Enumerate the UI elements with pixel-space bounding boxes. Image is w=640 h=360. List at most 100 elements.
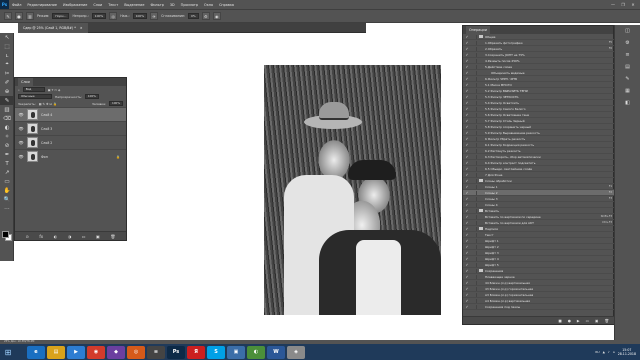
blend-mode-select[interactable]: Обычные [18, 94, 52, 99]
dialog-toggle[interactable] [471, 178, 477, 183]
eye-icon[interactable]: 👁 [18, 126, 24, 131]
type-tool-icon[interactable]: T [0, 159, 14, 168]
check-icon[interactable]: ✓ [463, 71, 471, 75]
dialog-toggle[interactable] [471, 286, 477, 291]
dialog-toggle[interactable] [471, 154, 477, 159]
check-icon[interactable]: ✓ [463, 293, 471, 297]
dialog-toggle[interactable] [471, 292, 477, 297]
pen-tool-icon[interactable]: ✒ [0, 150, 14, 159]
smoothing-settings-icon[interactable]: ⚙ [201, 12, 210, 20]
taskbar-app-icon[interactable]: S [207, 345, 225, 359]
check-icon[interactable]: ✓ [463, 275, 471, 279]
dialog-toggle[interactable] [471, 238, 477, 243]
dialog-toggle[interactable] [471, 40, 477, 45]
check-icon[interactable]: ✓ [463, 143, 471, 147]
dialog-toggle[interactable] [471, 280, 477, 285]
dialog-toggle[interactable] [471, 190, 477, 195]
check-icon[interactable]: ✓ [463, 221, 471, 225]
airbrush-icon[interactable]: ✈ [150, 12, 159, 20]
check-icon[interactable]: ✓ [463, 155, 471, 159]
check-icon[interactable]: ✓ [463, 281, 471, 285]
smoothing-input[interactable]: 0% [188, 13, 199, 19]
dialog-toggle[interactable] [471, 94, 477, 99]
check-icon[interactable]: ✓ [463, 119, 471, 123]
taskbar-app-icon[interactable]: Я [187, 345, 205, 359]
layers-tab[interactable]: Слои [18, 78, 33, 86]
check-icon[interactable]: ✓ [463, 59, 471, 63]
gradient-tool-icon[interactable]: ◐ [0, 123, 14, 132]
menu-edit[interactable]: Редактирование [24, 3, 60, 7]
hand-tool-icon[interactable]: ✋ [0, 186, 14, 195]
volume-icon[interactable]: ♪ [608, 350, 610, 354]
check-icon[interactable]: ✓ [463, 131, 471, 135]
check-icon[interactable]: ✓ [463, 269, 471, 273]
document-tab[interactable]: Сдер @ 25% (Слой 1, RGB/8#) * × [18, 23, 88, 33]
eye-icon[interactable]: 👁 [18, 112, 24, 117]
check-icon[interactable]: ✓ [463, 47, 471, 51]
menu-image[interactable]: Изображение [60, 3, 90, 7]
swatches-panel-icon[interactable]: ▦ [615, 85, 640, 97]
menu-layers[interactable]: Слои [90, 3, 105, 7]
menu-text[interactable]: Текст [105, 3, 121, 7]
new-layer-icon[interactable]: ▣ [96, 234, 100, 239]
check-icon[interactable]: ✓ [463, 35, 471, 39]
adjustment-layer-icon[interactable]: ◑ [68, 234, 72, 239]
dialog-toggle[interactable] [471, 232, 477, 237]
taskbar-app-icon[interactable]: ▶ [67, 345, 85, 359]
layer-kind-select[interactable]: Вид [22, 87, 45, 92]
restore-icon[interactable]: ❐ [618, 2, 628, 7]
check-icon[interactable]: ✓ [463, 257, 471, 261]
check-icon[interactable]: ✓ [463, 251, 471, 255]
dialog-toggle[interactable] [471, 298, 477, 303]
dialog-toggle[interactable] [471, 262, 477, 267]
start-button-icon[interactable]: ⊞ [0, 344, 16, 360]
dialog-toggle[interactable] [471, 202, 477, 207]
taskbar-app-icon[interactable]: ◆ [107, 345, 125, 359]
dialog-toggle[interactable] [471, 166, 477, 171]
check-icon[interactable]: ✓ [463, 95, 471, 99]
close-tab-icon[interactable]: × [80, 26, 83, 30]
dialog-toggle[interactable] [471, 250, 477, 255]
dialog-toggle[interactable] [471, 208, 477, 213]
brush-tool-icon[interactable]: ✎ [4, 12, 12, 20]
minimize-icon[interactable]: — [608, 2, 618, 7]
dialog-toggle[interactable] [471, 100, 477, 105]
taskbar-app-icon[interactable]: ≡ [147, 345, 165, 359]
channels-panel-icon[interactable]: ▤ [615, 61, 640, 73]
check-icon[interactable]: ✓ [463, 83, 471, 87]
zoom-tool-icon[interactable]: 🔍 [0, 195, 14, 204]
dialog-toggle[interactable] [471, 130, 477, 135]
check-icon[interactable]: ✓ [463, 179, 471, 183]
menu-filter[interactable]: Фильтр [147, 3, 166, 7]
check-icon[interactable]: ✓ [463, 173, 471, 177]
taskbar-app-icon[interactable]: Ps [167, 345, 185, 359]
dialog-toggle[interactable] [471, 160, 477, 165]
dialog-toggle[interactable] [471, 136, 477, 141]
document-photo[interactable] [264, 65, 441, 315]
fill-input[interactable]: 100% [109, 101, 123, 106]
dialog-toggle[interactable] [471, 268, 477, 273]
taskbar-app-icon[interactable]: W [267, 345, 285, 359]
check-icon[interactable]: ✓ [463, 41, 471, 45]
history-panel-icon[interactable]: ◫ [615, 25, 640, 37]
crop-tool-icon[interactable]: ✂ [0, 69, 14, 78]
check-icon[interactable]: ✓ [463, 77, 471, 81]
layer-style-icon[interactable]: fx [39, 234, 43, 239]
check-icon[interactable]: ✓ [463, 263, 471, 267]
dodge-tool-icon[interactable]: ⊘ [0, 141, 14, 150]
dialog-toggle[interactable] [471, 220, 477, 225]
check-icon[interactable]: ✓ [463, 203, 471, 207]
properties-panel-icon[interactable]: ⚙ [615, 37, 640, 49]
check-icon[interactable]: ✓ [463, 113, 471, 117]
eraser-tool-icon[interactable]: ⌫ [0, 114, 14, 123]
dialog-toggle[interactable] [471, 118, 477, 123]
dialog-toggle[interactable] [471, 148, 477, 153]
dialog-toggle[interactable] [471, 172, 477, 177]
dialog-toggle[interactable] [471, 142, 477, 147]
check-icon[interactable]: ✓ [463, 287, 471, 291]
menu-help[interactable]: Справка [216, 3, 237, 7]
dialog-toggle[interactable] [471, 106, 477, 111]
dialog-toggle[interactable] [471, 76, 477, 81]
tray-expand-icon[interactable]: ▲ [603, 350, 605, 354]
menu-file[interactable]: Файл [9, 3, 24, 7]
